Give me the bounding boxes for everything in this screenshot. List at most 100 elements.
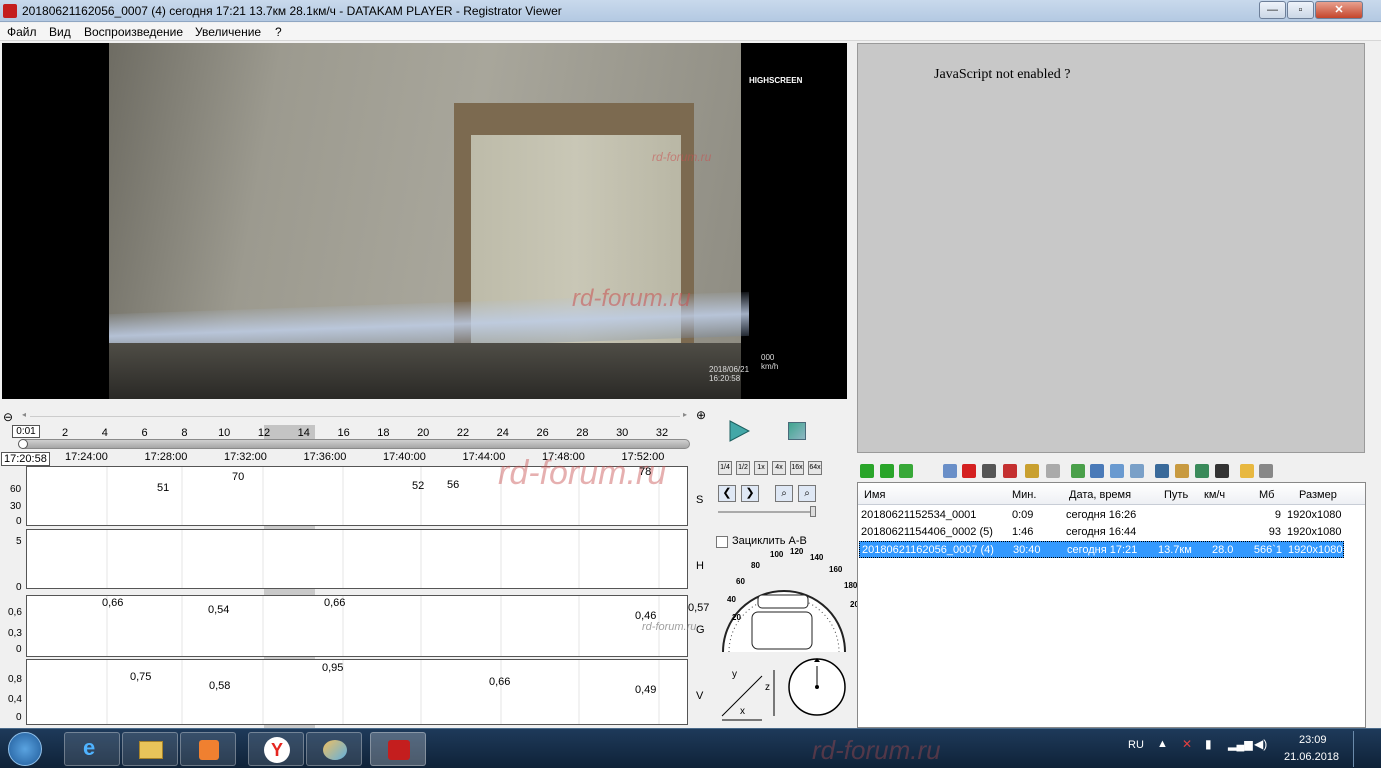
volume-handle[interactable]	[810, 506, 816, 517]
loop-checkbox[interactable]	[716, 536, 728, 548]
rate-button[interactable]: 1/2	[736, 461, 750, 475]
file-path-cell: 13.7км	[1158, 544, 1192, 556]
h-axis-label: H	[696, 560, 704, 572]
file-row[interactable]: 20180621162056_0007 (4) 30:40 сегодня 17:2…	[859, 541, 1344, 558]
refresh-icon[interactable]	[899, 464, 913, 478]
datakam-player-icon[interactable]	[370, 732, 426, 766]
volume-track[interactable]	[718, 511, 816, 513]
clock-date[interactable]: 21.06.2018	[1284, 751, 1339, 763]
watermark: rd-forum.ru	[652, 150, 712, 164]
delete-icon[interactable]	[962, 464, 976, 478]
time-label: 17:24:00	[65, 451, 108, 463]
minute-tick: 10	[218, 427, 231, 439]
tray-expand-icon[interactable]: ▲	[1157, 738, 1168, 750]
add-icon[interactable]	[860, 464, 874, 478]
rate-button[interactable]: 64x	[808, 461, 822, 475]
rate-button[interactable]: 16x	[790, 461, 804, 475]
col-min[interactable]: Мин.	[1012, 489, 1036, 501]
v-tick: 0,8	[8, 674, 22, 685]
map-icon[interactable]	[1175, 464, 1189, 478]
col-name[interactable]: Имя	[864, 489, 885, 501]
title-bar: 20180621162056_0007 (4) сегодня 17:21 13…	[0, 0, 1381, 22]
menu-playback[interactable]: Воспроизведение	[84, 25, 183, 39]
maximize-button[interactable]: ▫	[1287, 1, 1314, 19]
rate-button[interactable]: 4x	[772, 461, 786, 475]
file-row[interactable]: 20180621152534_0001 0:09 сегодня 16:26 9 192…	[859, 507, 1344, 524]
film-icon[interactable]	[1215, 464, 1229, 478]
yandex-icon[interactable]: Y	[248, 732, 304, 766]
document-icon[interactable]	[1259, 464, 1273, 478]
col-path[interactable]: Путь	[1164, 489, 1188, 501]
g-chart[interactable]	[26, 595, 688, 657]
seek-bar[interactable]	[20, 439, 690, 449]
file-list[interactable]: Имя Мин. Дата, время Путь км/ч Мб Размер…	[857, 482, 1366, 728]
menu-view[interactable]: Вид	[49, 25, 71, 39]
explorer-icon[interactable]	[122, 732, 178, 766]
zoom-out-icon[interactable]: ⌕	[798, 485, 816, 502]
next-frame-icon[interactable]: ❯	[741, 485, 759, 502]
tools-icon[interactable]	[1046, 464, 1060, 478]
folder-icon[interactable]	[1240, 464, 1254, 478]
power-icon[interactable]: ▮	[1205, 737, 1212, 751]
zoom-in-icon[interactable]: ⊕	[696, 408, 706, 422]
scroll-left-icon[interactable]: ◂	[22, 410, 26, 419]
time-label: 17:28:00	[144, 451, 188, 463]
fit-icon[interactable]	[1090, 464, 1104, 478]
seek-handle[interactable]	[18, 439, 28, 449]
globe-icon[interactable]	[1155, 464, 1169, 478]
photo-icon[interactable]	[1195, 464, 1209, 478]
paint-icon[interactable]	[306, 732, 362, 766]
v-chart[interactable]	[26, 659, 688, 725]
key-icon[interactable]	[1025, 464, 1039, 478]
start-button[interactable]	[8, 732, 42, 766]
clock-time[interactable]: 23:09	[1299, 734, 1327, 746]
g-tick: 0,6	[8, 607, 22, 618]
col-mb[interactable]: Мб	[1259, 489, 1274, 501]
timeline-scroll-track[interactable]	[30, 416, 680, 417]
remove-icon[interactable]	[880, 464, 894, 478]
scroll-right-icon[interactable]: ▸	[683, 410, 687, 419]
zoom-out-icon[interactable]: ⊖	[3, 410, 13, 424]
gallery-icon[interactable]	[1130, 464, 1144, 478]
ie-icon[interactable]: e	[64, 732, 120, 766]
v-value-label: 0,49	[635, 684, 657, 696]
save-icon[interactable]	[982, 464, 996, 478]
speedo-tick-label: 100	[770, 550, 784, 559]
g-value-label: 0,66	[102, 597, 124, 609]
file-size-cell: 1920x1080	[1288, 544, 1343, 556]
copy-icon[interactable]	[943, 464, 957, 478]
g-value-label: 0,57	[688, 602, 710, 614]
s-value-label: 52	[412, 480, 425, 492]
export-icon[interactable]	[1003, 464, 1017, 478]
prev-frame-icon[interactable]: ❮	[718, 485, 736, 502]
layers-icon[interactable]	[1110, 464, 1124, 478]
col-size[interactable]: Размер	[1299, 489, 1337, 501]
close-button[interactable]: ✕	[1315, 1, 1363, 19]
file-row[interactable]: 20180621154406_0002 (5) 1:46 сегодня 16:44…	[859, 524, 1344, 541]
play-icon[interactable]	[728, 420, 750, 442]
menu-help[interactable]: ?	[275, 25, 282, 39]
network-icon[interactable]: ✕	[1182, 737, 1192, 751]
minimize-button[interactable]: —	[1259, 1, 1286, 19]
video-viewport[interactable]: HIGHSCREEN 000 km/h 2018/06/21 16:20:58 …	[2, 43, 847, 399]
show-desktop-button[interactable]	[1353, 731, 1354, 767]
language-indicator[interactable]: RU	[1128, 739, 1144, 751]
s-value-label: 51	[157, 482, 170, 494]
rate-button[interactable]: 1/4	[718, 461, 732, 475]
stop-icon[interactable]	[788, 422, 806, 440]
zoom-in-icon[interactable]: ⌕	[775, 485, 793, 502]
menu-zoom[interactable]: Увеличение	[195, 25, 261, 39]
media-player-icon[interactable]	[180, 732, 236, 766]
new-window-icon[interactable]	[1071, 464, 1085, 478]
col-speed[interactable]: км/ч	[1204, 489, 1225, 501]
rate-button[interactable]: 1x	[754, 461, 768, 475]
file-date-cell: сегодня 16:44	[1066, 526, 1137, 538]
col-date[interactable]: Дата, время	[1069, 489, 1131, 501]
altitude-chart[interactable]	[26, 529, 688, 589]
volume-icon[interactable]: ◀)	[1254, 737, 1267, 751]
web-panel: JavaScript not enabled ?	[857, 43, 1365, 453]
sensor-charts[interactable]: 60 30 0 5 0 0,6 0,3 0 0,8 0,4 0 S H G V …	[2, 454, 710, 728]
signal-icon[interactable]: ▂▄▆	[1228, 738, 1253, 751]
menu-file[interactable]: Файл	[7, 25, 37, 39]
file-size-cell: 1920x1080	[1287, 509, 1342, 521]
